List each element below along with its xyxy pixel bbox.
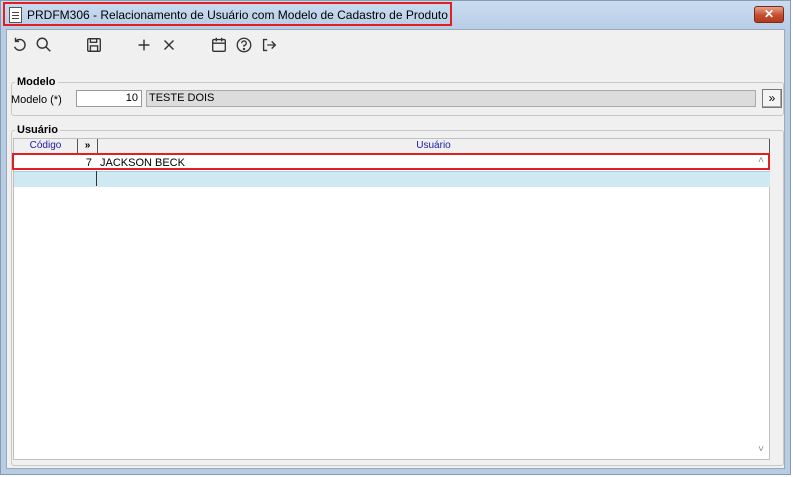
calendar-icon[interactable] <box>209 35 229 55</box>
add-icon[interactable] <box>134 35 154 55</box>
app-window: PRDFM306 - Relacionamento de Usuário com… <box>0 0 791 475</box>
scroll-down-icon[interactable]: ˅ <box>754 443 768 457</box>
usuario-group-label: Usuário <box>17 124 58 136</box>
title-highlight-box <box>3 2 452 26</box>
modelo-lookup-button[interactable]: » <box>762 89 782 108</box>
save-icon[interactable] <box>84 35 104 55</box>
row-highlight-box <box>12 153 770 170</box>
undo-icon[interactable] <box>10 35 30 55</box>
close-button[interactable]: ✕ <box>754 6 784 23</box>
column-divider <box>96 171 97 186</box>
exit-icon[interactable] <box>259 35 279 55</box>
modelo-code-input[interactable]: 10 <box>76 90 142 107</box>
search-icon[interactable] <box>34 35 54 55</box>
column-header-usuario[interactable]: Usuário <box>98 139 770 153</box>
column-header-lookup[interactable]: » <box>78 139 98 153</box>
title-bar: PRDFM306 - Relacionamento de Usuário com… <box>1 1 790 29</box>
delete-icon[interactable] <box>159 35 179 55</box>
table-row[interactable] <box>14 171 770 187</box>
help-icon[interactable] <box>234 35 254 55</box>
usuario-grid[interactable]: Código » Usuário 7 JACKSON BECK ˄ ˅ <box>13 138 770 460</box>
column-header-codigo[interactable]: Código <box>14 139 78 153</box>
toolbar <box>7 30 784 60</box>
form-client-area: Modelo Modelo (*) 10 TESTE DOIS » Usuári… <box>6 29 785 469</box>
modelo-group-label: Modelo <box>17 76 56 88</box>
grid-header: Código » Usuário <box>14 139 770 154</box>
modelo-description-field: TESTE DOIS <box>146 90 756 107</box>
modelo-field-label: Modelo (*) <box>11 94 62 106</box>
